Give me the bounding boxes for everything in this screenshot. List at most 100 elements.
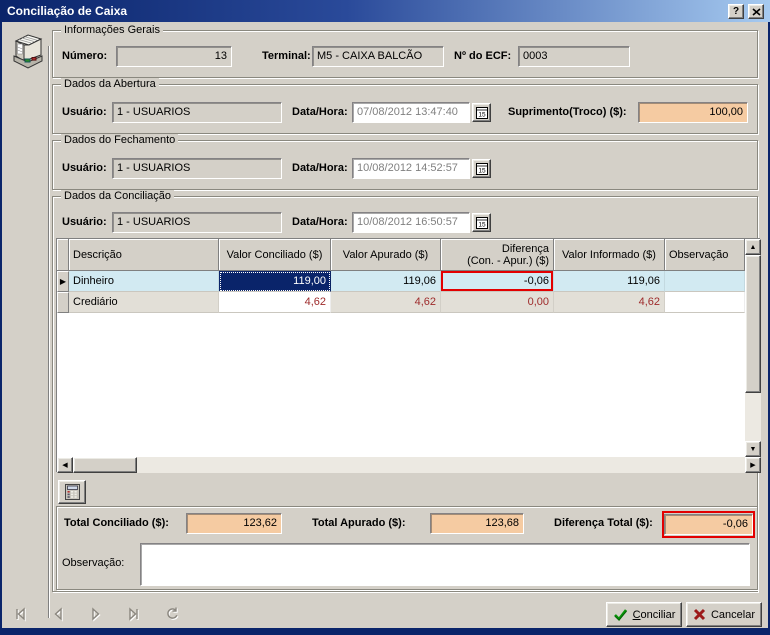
- diferenca-total-label: Diferença Total ($):: [554, 513, 653, 534]
- left-separator: [48, 46, 50, 618]
- cell-descricao[interactable]: Dinheiro: [69, 271, 219, 292]
- grid-header-valor-conciliado[interactable]: Valor Conciliado ($): [219, 239, 331, 271]
- nav-last-button[interactable]: [120, 602, 148, 626]
- total-apurado-label: Total Apurado ($):: [312, 513, 406, 534]
- first-record-icon: [12, 606, 28, 622]
- ecf-field[interactable]: 0003: [518, 46, 630, 67]
- fechamento-datahora-field[interactable]: 10/08/2012 14:52:57: [352, 158, 470, 179]
- numero-label: Número:: [62, 46, 107, 67]
- row-indicator: [57, 292, 69, 313]
- observacao-label: Observação:: [62, 553, 124, 574]
- next-record-icon: [88, 606, 104, 622]
- conciliacao-usuario-label: Usuário:: [62, 212, 107, 233]
- grid-header-descricao[interactable]: Descrição: [69, 239, 219, 271]
- cell-valor-apurado[interactable]: 119,06: [331, 271, 441, 292]
- scroll-left-button[interactable]: ◀: [57, 457, 73, 473]
- diferenca-total-highlight: -0,06: [662, 511, 755, 538]
- suprimento-field[interactable]: 100,00: [638, 102, 748, 123]
- scroll-up-button[interactable]: ▲: [745, 239, 761, 255]
- cell-diferenca-highlighted[interactable]: -0,06: [441, 271, 554, 292]
- check-icon: [613, 608, 628, 621]
- title-bar[interactable]: Conciliação de Caixa ?: [0, 0, 770, 22]
- conciliacao-calendar-button[interactable]: 15: [472, 213, 491, 232]
- nav-next-button[interactable]: [82, 602, 110, 626]
- dialog-conciliacao-de-caixa: Conciliação de Caixa ?: [0, 0, 770, 635]
- abertura-usuario-label: Usuário:: [62, 102, 107, 123]
- suprimento-label: Suprimento(Troco) ($):: [508, 102, 627, 123]
- conciliation-grid[interactable]: Descrição Valor Conciliado ($) Valor Apu…: [56, 238, 760, 472]
- prior-record-icon: [50, 606, 66, 622]
- numero-field[interactable]: 13: [116, 46, 232, 67]
- terminal-field[interactable]: M5 - CAIXA BALCÃO: [312, 46, 444, 67]
- total-conciliado-label: Total Conciliado ($):: [64, 513, 169, 534]
- grid-header-valor-apurado[interactable]: Valor Apurado ($): [331, 239, 441, 271]
- nav-first-button[interactable]: [6, 602, 34, 626]
- group-dados-fechamento-legend: Dados do Fechamento: [61, 134, 178, 146]
- svg-text:15: 15: [478, 222, 486, 229]
- row-indicator: ▶: [57, 271, 69, 292]
- horizontal-scroll-thumb[interactable]: [73, 457, 137, 473]
- total-conciliado-field[interactable]: 123,62: [186, 513, 282, 534]
- vertical-scroll-thumb[interactable]: [745, 255, 761, 393]
- grid-header-valor-informado[interactable]: Valor Informado ($): [554, 239, 665, 271]
- cell-observacao[interactable]: [665, 271, 745, 292]
- cell-valor-informado[interactable]: 4,62: [554, 292, 665, 313]
- question-icon: ?: [733, 6, 739, 17]
- abertura-usuario-field[interactable]: 1 - USUARIOS: [112, 102, 282, 123]
- calendar-icon: 15: [476, 216, 488, 229]
- diferenca-total-field[interactable]: -0,06: [664, 514, 753, 535]
- calendar-icon: 15: [476, 106, 488, 119]
- arrow-right-icon: ▶: [750, 461, 755, 469]
- cell-valor-apurado[interactable]: 4,62: [331, 292, 441, 313]
- arrow-left-icon: ◀: [62, 461, 67, 469]
- svg-text:15: 15: [478, 168, 486, 175]
- conciliar-label: Conciliar: [633, 609, 676, 621]
- total-apurado-field[interactable]: 123,68: [430, 513, 524, 534]
- observacao-textarea[interactable]: [140, 543, 750, 586]
- conciliacao-datahora-field[interactable]: 10/08/2012 16:50:57: [352, 212, 470, 233]
- conciliar-button[interactable]: Conciliar: [606, 602, 682, 627]
- terminal-label: Terminal:: [262, 46, 311, 67]
- cell-valor-conciliado[interactable]: 4,62: [219, 292, 331, 313]
- cell-observacao[interactable]: [665, 292, 745, 313]
- nav-prior-button[interactable]: [44, 602, 72, 626]
- arrow-down-icon: ▼: [750, 446, 757, 453]
- cash-register-icon: [8, 30, 48, 74]
- fechamento-usuario-field[interactable]: 1 - USUARIOS: [112, 158, 282, 179]
- arrow-up-icon: ▲: [750, 244, 757, 251]
- help-button[interactable]: ?: [728, 4, 744, 19]
- group-dados-abertura-legend: Dados da Abertura: [61, 78, 159, 90]
- scroll-down-button[interactable]: ▼: [745, 441, 761, 457]
- close-button[interactable]: [748, 4, 764, 19]
- conciliacao-usuario-field[interactable]: 1 - USUARIOS: [112, 212, 282, 233]
- conciliacao-datahora-label: Data/Hora:: [292, 212, 348, 233]
- ecf-label: Nº do ECF:: [454, 46, 511, 67]
- abertura-calendar-button[interactable]: 15: [472, 103, 491, 122]
- last-record-icon: [126, 606, 142, 622]
- fechamento-calendar-button[interactable]: 15: [472, 159, 491, 178]
- window-title: Conciliação de Caixa: [0, 4, 127, 18]
- nav-refresh-button[interactable]: [158, 602, 186, 626]
- cancelar-label: Cancelar: [711, 609, 755, 621]
- calendar-icon: 15: [476, 162, 488, 175]
- group-dados-conciliacao-legend: Dados da Conciliação: [61, 190, 174, 202]
- grid-header-indicator: [57, 239, 69, 271]
- cell-valor-informado[interactable]: 119,06: [554, 271, 665, 292]
- grid-header-diferenca[interactable]: Diferença (Con. - Apur.) ($): [441, 239, 554, 271]
- grid-horizontal-scrollbar[interactable]: [57, 457, 761, 473]
- scroll-right-button[interactable]: ▶: [745, 457, 761, 473]
- x-icon: [693, 608, 706, 621]
- calculator-button[interactable]: [58, 480, 86, 504]
- close-icon: [752, 8, 761, 16]
- cell-descricao[interactable]: Crediário: [69, 292, 219, 313]
- fechamento-datahora-label: Data/Hora:: [292, 158, 348, 179]
- grid-header-observacao[interactable]: Observação: [665, 239, 745, 271]
- calculator-icon: [64, 484, 81, 500]
- svg-text:15: 15: [478, 112, 486, 119]
- cell-diferenca[interactable]: 0,00: [441, 292, 554, 313]
- cell-valor-conciliado-selected[interactable]: 119,00: [219, 271, 331, 292]
- abertura-datahora-field[interactable]: 07/08/2012 13:47:40: [352, 102, 470, 123]
- refresh-icon: [164, 606, 180, 622]
- abertura-datahora-label: Data/Hora:: [292, 102, 348, 123]
- cancelar-button[interactable]: Cancelar: [686, 602, 762, 627]
